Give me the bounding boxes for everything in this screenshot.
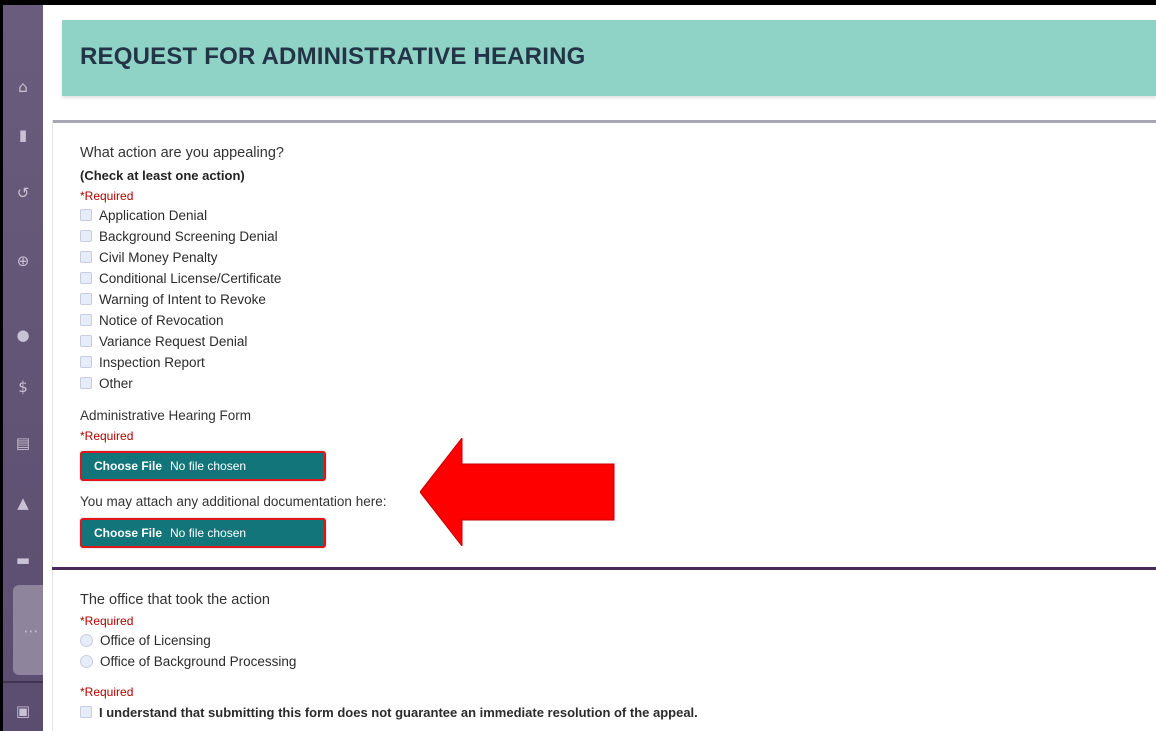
action-option-civil-money-penalty[interactable]: Civil Money Penalty xyxy=(80,248,218,266)
checkbox[interactable] xyxy=(80,335,92,347)
acknowledgement-checkbox-row[interactable]: I understand that submitting this form d… xyxy=(80,703,698,721)
additional-docs-file-input[interactable]: Choose File No file chosen xyxy=(80,518,326,548)
option-label: Inspection Report xyxy=(99,354,205,370)
form-icon[interactable]: ▣ xyxy=(3,699,43,723)
choose-file-button[interactable]: Choose File xyxy=(94,459,162,473)
page-title: REQUEST FOR ADMINISTRATIVE HEARING xyxy=(80,43,586,70)
action-option-variance-request-denial[interactable]: Variance Request Denial xyxy=(80,332,247,350)
action-option-notice-of-revocation[interactable]: Notice of Revocation xyxy=(80,311,224,329)
dollar-icon[interactable]: $ xyxy=(3,375,43,399)
acknowledgement-label: I understand that submitting this form d… xyxy=(99,704,698,720)
action-option-background-screening-denial[interactable]: Background Screening Denial xyxy=(80,227,278,245)
action-option-inspection-report[interactable]: Inspection Report xyxy=(80,353,205,371)
file-status: No file chosen xyxy=(170,459,247,473)
option-label: Conditional License/Certificate xyxy=(99,270,282,286)
office-option-licensing[interactable]: Office of Licensing xyxy=(80,631,211,649)
ack-required: *Required xyxy=(80,685,134,699)
users-icon[interactable]: ● xyxy=(3,323,43,347)
action-option-other[interactable]: Other xyxy=(80,374,133,392)
clipboard-icon[interactable]: ▮ xyxy=(3,123,43,147)
option-label: Civil Money Penalty xyxy=(99,249,218,265)
red-arrow-annotation xyxy=(420,438,615,546)
checkbox[interactable] xyxy=(80,272,92,284)
option-label: Notice of Revocation xyxy=(99,312,224,328)
option-label: Variance Request Denial xyxy=(99,333,248,349)
additional-docs-label: You may attach any additional documentat… xyxy=(80,494,387,509)
radio-button[interactable] xyxy=(80,654,93,668)
checkbox[interactable] xyxy=(80,314,92,326)
action-required: *Required xyxy=(80,189,134,203)
history-icon[interactable]: ↺ xyxy=(3,181,43,205)
section-divider-bottom xyxy=(52,567,1156,570)
action-question: What action are you appealing? xyxy=(80,145,284,161)
checkbox[interactable] xyxy=(80,356,92,368)
option-label: Office of Licensing xyxy=(100,632,211,648)
checkbox[interactable] xyxy=(80,251,92,263)
office-option-background-processing[interactable]: Office of Background Processing xyxy=(80,652,296,670)
add-circle-icon[interactable]: ⊕ xyxy=(3,249,43,273)
hearing-form-file-input[interactable]: Choose File No file chosen xyxy=(80,451,326,481)
option-label: Background Screening Denial xyxy=(99,228,278,244)
content-left-border xyxy=(52,120,53,731)
checkbox[interactable] xyxy=(80,293,92,305)
office-required: *Required xyxy=(80,614,134,628)
sidebar: ⌂ ▮ ↺ ⊕ ● $ ▤ ▲ ▬ ⋯ ▣ xyxy=(3,5,43,731)
radio-button[interactable] xyxy=(80,633,93,647)
folder-icon[interactable]: ▬ xyxy=(3,548,43,572)
hearing-form-required: *Required xyxy=(80,429,134,443)
document-icon[interactable]: ▤ xyxy=(3,431,43,455)
checkbox[interactable] xyxy=(80,377,92,389)
warning-icon[interactable]: ▲ xyxy=(3,491,43,515)
action-option-conditional-license[interactable]: Conditional License/Certificate xyxy=(80,269,281,287)
option-label: Application Denial xyxy=(99,207,208,223)
office-question: The office that took the action xyxy=(80,592,270,608)
option-label: Other xyxy=(99,375,133,391)
action-option-application-denial[interactable]: Application Denial xyxy=(80,206,207,224)
option-label: Warning of Intent to Revoke xyxy=(99,291,266,307)
window-frame-top xyxy=(0,0,1156,5)
checkbox[interactable] xyxy=(80,706,92,718)
hearing-form-label: Administrative Hearing Form xyxy=(80,408,252,423)
page-header: REQUEST FOR ADMINISTRATIVE HEARING xyxy=(62,20,1156,96)
checkbox[interactable] xyxy=(80,209,92,221)
action-hint: (Check at least one action) xyxy=(80,168,245,183)
file-status: No file chosen xyxy=(170,526,247,540)
section-divider-top xyxy=(52,120,1156,123)
people-icon[interactable]: ⋯ xyxy=(11,619,51,643)
choose-file-button[interactable]: Choose File xyxy=(94,526,162,540)
home-icon[interactable]: ⌂ xyxy=(3,75,43,99)
option-label: Office of Background Processing xyxy=(100,653,297,669)
sidebar-divider xyxy=(3,681,43,683)
checkbox[interactable] xyxy=(80,230,92,242)
action-option-warning-of-intent[interactable]: Warning of Intent to Revoke xyxy=(80,290,266,308)
